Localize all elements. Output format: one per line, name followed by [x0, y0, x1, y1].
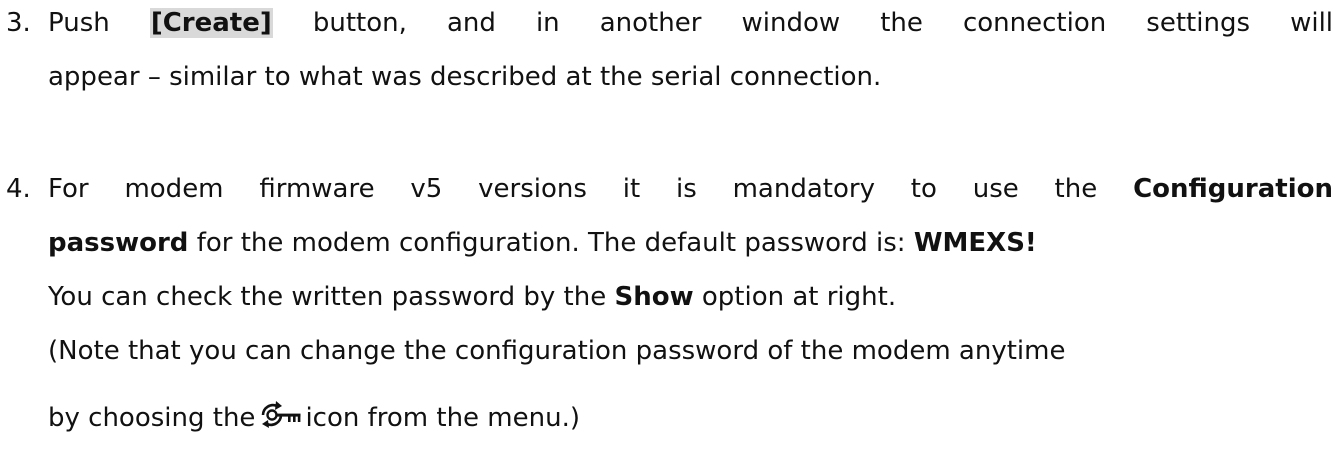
- item4-line3-text: You can check the written password by th…: [48, 282, 607, 312]
- default-password: WMEXS!: [913, 228, 1037, 258]
- item4-line1-text: For modem firmware v5 versions it is man…: [48, 174, 1098, 204]
- show-option-term: Show: [614, 282, 694, 312]
- item4-line-3: You can check the written password by th…: [48, 280, 896, 314]
- item4-line-5: by choosing the icon from the menu.): [48, 398, 580, 433]
- item4-line2-text: for the modem configuration. The default…: [196, 228, 906, 258]
- configuration-term: Configuration: [1133, 174, 1333, 204]
- item4-line5-pre: by choosing the: [48, 403, 256, 433]
- item4-line-2: password for the modem configuration. Th…: [48, 226, 1037, 260]
- push-text: Push: [48, 8, 110, 38]
- item4-line-1: For modem firmware v5 versions it is man…: [48, 172, 1333, 206]
- password-term: password: [48, 228, 189, 258]
- password-change-icon: [257, 398, 303, 432]
- item4-line3-post: option at right.: [701, 282, 897, 312]
- list-number: 3.: [6, 8, 31, 38]
- item4-line-4: (Note that you can change the configurat…: [48, 336, 1066, 366]
- item3-line-2: appear – similar to what was described a…: [48, 62, 882, 92]
- document-page: 3. Push [Create] button, and in another …: [0, 0, 1339, 475]
- create-button-reference: [Create]: [149, 8, 273, 38]
- item3-line1-text: button, and in another window the connec…: [312, 8, 1334, 38]
- item4-line5-post: icon from the menu.): [305, 403, 580, 433]
- list-number: 4.: [6, 174, 31, 204]
- item3-line-1: Push [Create] button, and in another win…: [48, 6, 1333, 40]
